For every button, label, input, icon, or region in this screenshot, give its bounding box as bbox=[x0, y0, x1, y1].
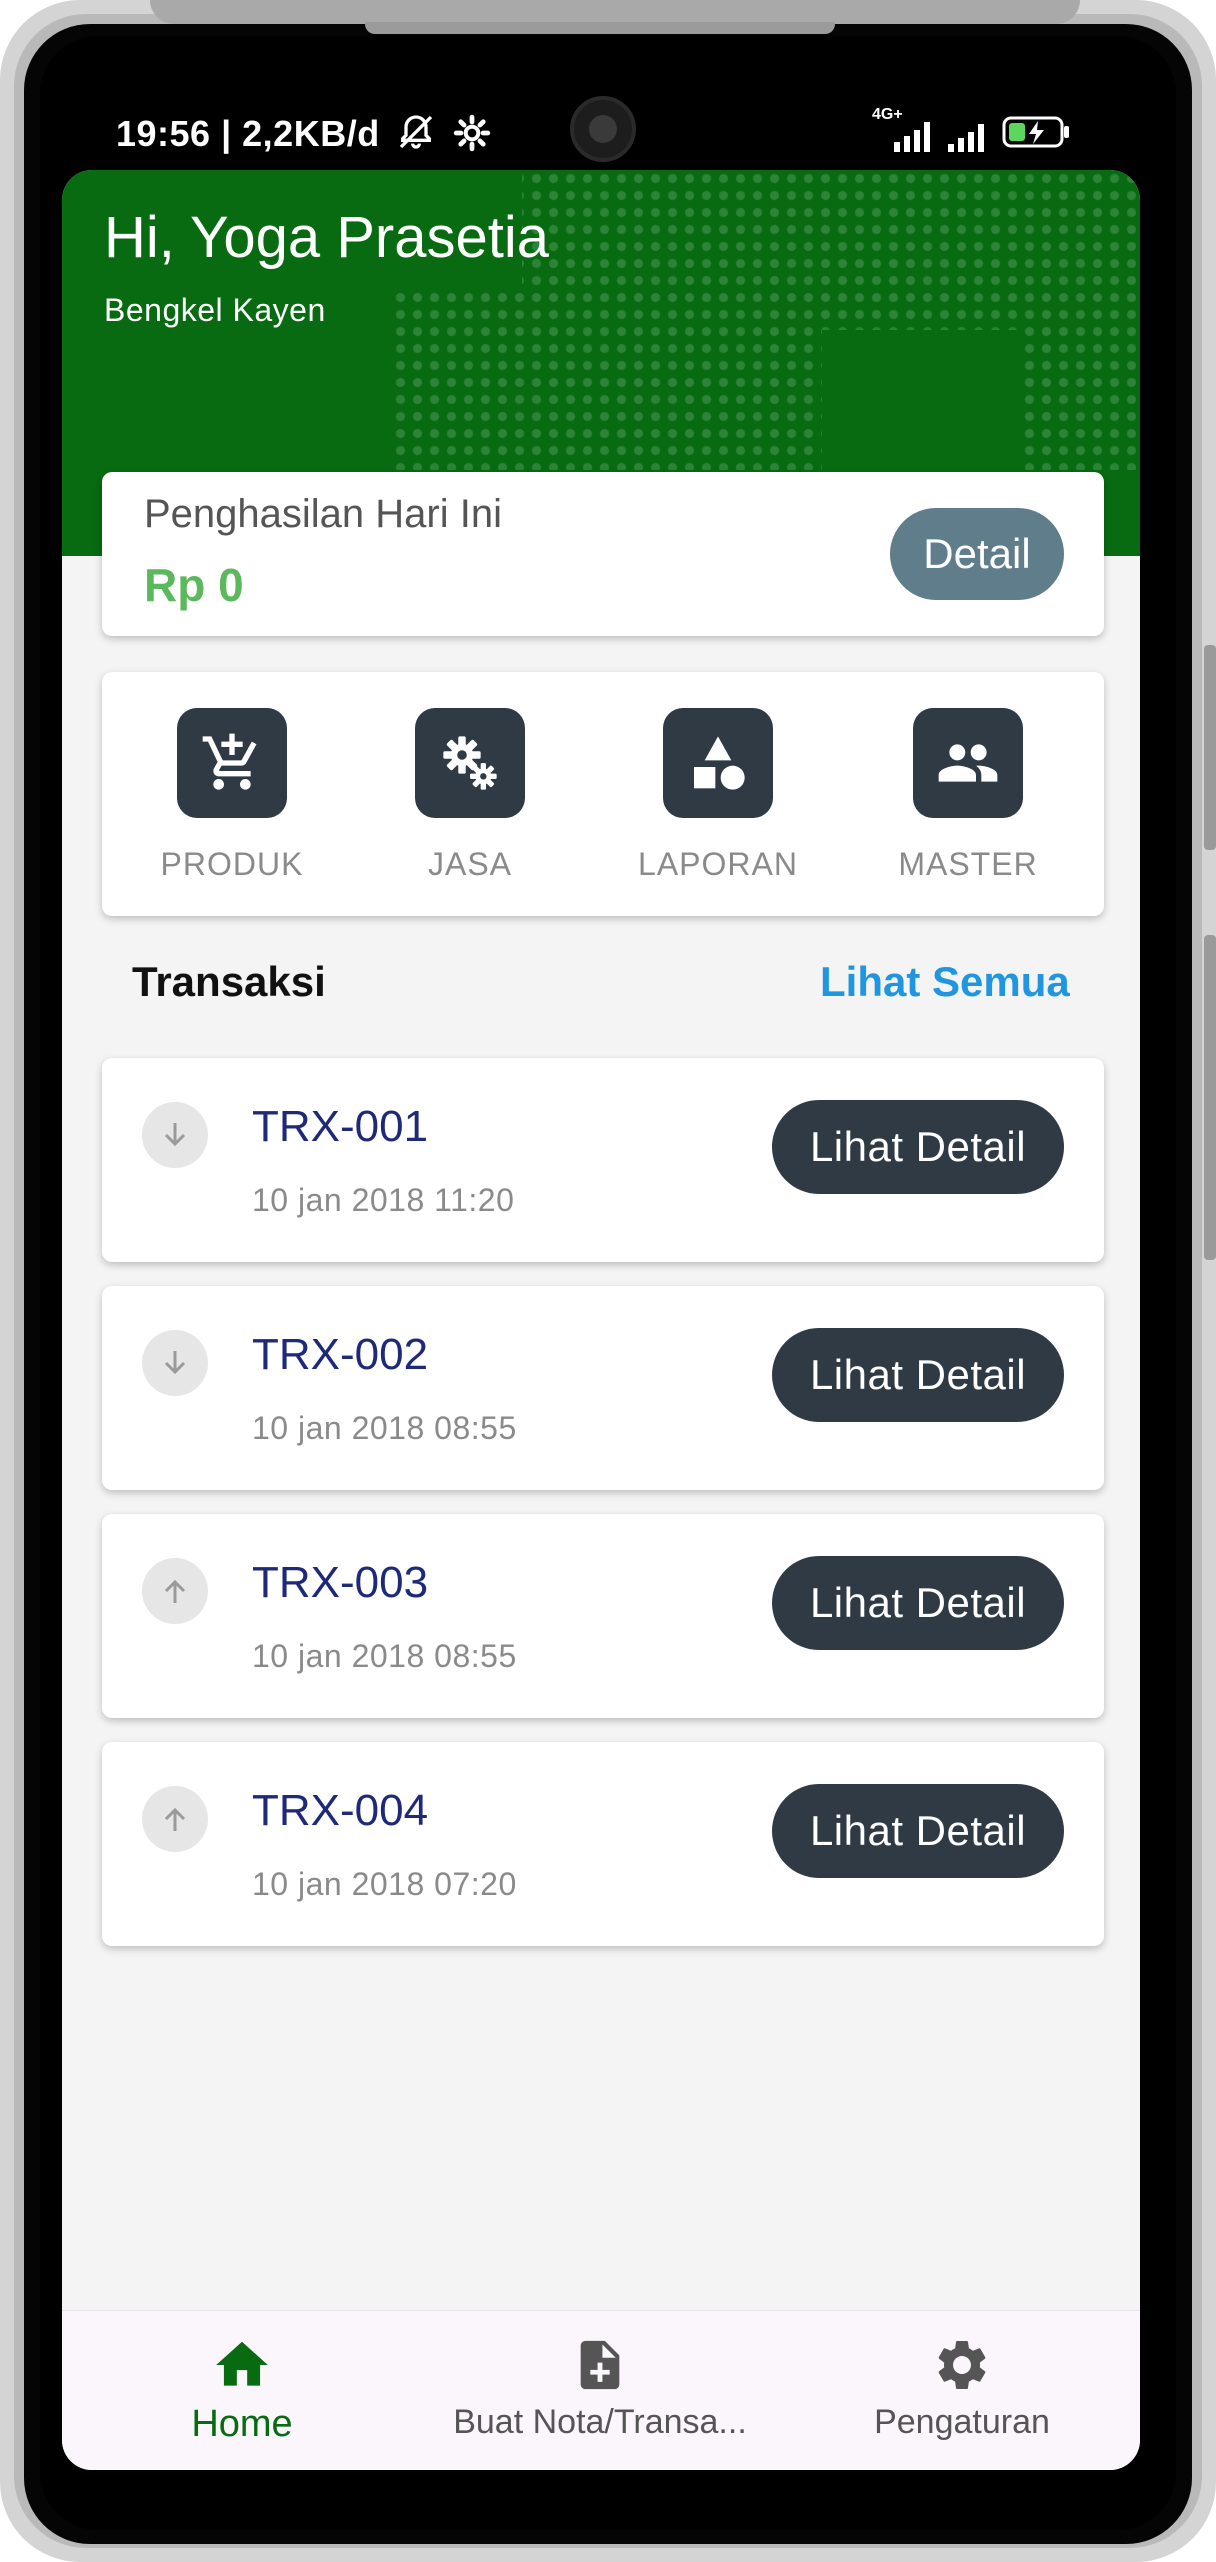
transaction-id: TRX-003 bbox=[252, 1558, 429, 1607]
transactions-title: Transaksi bbox=[132, 958, 326, 1005]
income-card: Penghasilan Hari Ini Rp 0 Detail bbox=[102, 472, 1104, 636]
home-icon bbox=[82, 2333, 402, 2397]
signal-4g-icon: 4G+ bbox=[872, 106, 930, 152]
transaction-id: TRX-001 bbox=[252, 1102, 429, 1151]
arrow-down-icon bbox=[142, 1330, 208, 1396]
menu-card: PRODUK JASA LAPORAN MASTER bbox=[102, 672, 1104, 916]
menu-item-produk[interactable]: PRODUK bbox=[132, 708, 332, 883]
transaction-card: TRX-004 10 jan 2018 07:20 Lihat Detail bbox=[102, 1742, 1104, 1946]
view-detail-button[interactable]: Lihat Detail bbox=[772, 1100, 1064, 1194]
transaction-date: 10 jan 2018 11:20 bbox=[252, 1182, 515, 1218]
pattern-mask bbox=[822, 330, 1022, 470]
nav-item-settings[interactable]: Pengaturan bbox=[802, 2333, 1122, 2442]
workshop-name: Bengkel Kayen bbox=[104, 292, 326, 328]
transaction-card: TRX-003 10 jan 2018 08:55 Lihat Detail bbox=[102, 1514, 1104, 1718]
menu-label: MASTER bbox=[898, 846, 1038, 882]
note-add-icon bbox=[440, 2333, 760, 2397]
arrow-up-icon bbox=[142, 1786, 208, 1852]
volume-button bbox=[1204, 645, 1216, 850]
transaction-date: 10 jan 2018 08:55 bbox=[252, 1410, 517, 1446]
see-all-link[interactable]: Lihat Semua bbox=[820, 958, 1070, 1006]
menu-label: JASA bbox=[427, 846, 513, 882]
phone-top-edge bbox=[150, 0, 1080, 24]
transaction-date: 10 jan 2018 08:55 bbox=[252, 1638, 517, 1674]
nav-label: Buat Nota/Transa... bbox=[453, 2403, 747, 2441]
view-detail-button[interactable]: Lihat Detail bbox=[772, 1556, 1064, 1650]
menu-label: LAPORAN bbox=[638, 846, 798, 882]
settings-status-icon bbox=[453, 114, 490, 152]
view-detail-button[interactable]: Lihat Detail bbox=[772, 1328, 1064, 1422]
cart-add-icon bbox=[177, 708, 287, 818]
income-detail-button[interactable]: Detail bbox=[890, 508, 1064, 600]
status-time: 19:56 | 2,2KB/d bbox=[116, 112, 491, 155]
power-button bbox=[1204, 935, 1216, 1260]
transaction-id: TRX-004 bbox=[252, 1786, 429, 1835]
nav-item-new-note[interactable]: Buat Nota/Transa... bbox=[440, 2333, 760, 2442]
menu-label: PRODUK bbox=[160, 846, 304, 882]
gear-icon bbox=[802, 2333, 1122, 2397]
arrow-down-icon bbox=[142, 1102, 208, 1168]
battery-charging-icon bbox=[1002, 116, 1069, 148]
signal-icon bbox=[948, 112, 984, 152]
arrow-up-icon bbox=[142, 1558, 208, 1624]
transaction-date: 10 jan 2018 07:20 bbox=[252, 1866, 517, 1902]
shapes-icon bbox=[663, 708, 773, 818]
transaction-id: TRX-002 bbox=[252, 1330, 429, 1379]
menu-item-master[interactable]: MASTER bbox=[868, 708, 1068, 883]
bottom-navigation: Home Buat Nota/Transa... Pengaturan bbox=[62, 2310, 1140, 2470]
transaction-card: TRX-001 10 jan 2018 11:20 Lihat Detail bbox=[102, 1058, 1104, 1262]
nav-label: Home bbox=[191, 2403, 293, 2445]
app-screen: Hi, Yoga Prasetia Bengkel Kayen Penghasi… bbox=[62, 170, 1140, 2470]
nav-item-home[interactable]: Home bbox=[82, 2333, 402, 2446]
view-detail-button[interactable]: Lihat Detail bbox=[772, 1784, 1064, 1878]
status-icons: 4G+ bbox=[872, 106, 1072, 154]
gears-icon bbox=[415, 708, 525, 818]
people-icon bbox=[913, 708, 1023, 818]
menu-item-jasa[interactable]: JASA bbox=[370, 708, 570, 883]
bell-off-icon bbox=[400, 115, 433, 149]
income-label: Penghasilan Hari Ini bbox=[144, 492, 502, 536]
front-camera-lens bbox=[589, 115, 617, 143]
income-value: Rp 0 bbox=[144, 559, 244, 611]
network-type-label: 4G+ bbox=[872, 106, 903, 123]
nav-label: Pengaturan bbox=[874, 2403, 1050, 2441]
transaction-card: TRX-002 10 jan 2018 08:55 Lihat Detail bbox=[102, 1286, 1104, 1490]
menu-item-laporan[interactable]: LAPORAN bbox=[618, 708, 818, 883]
phone-top-edge-cap bbox=[365, 22, 835, 34]
greeting-title: Hi, Yoga Prasetia bbox=[104, 205, 549, 270]
